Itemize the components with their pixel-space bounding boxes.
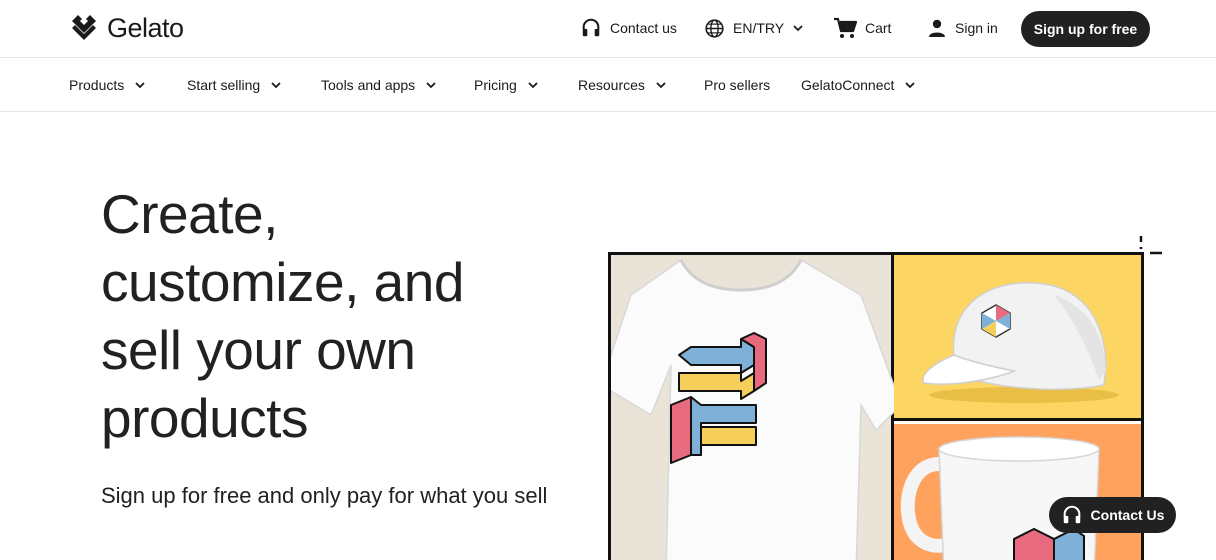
hero-title-line: customize, and bbox=[101, 251, 464, 313]
hero-subtitle: Sign up for free and only pay for what y… bbox=[101, 483, 548, 508]
chevron-down-icon bbox=[135, 82, 145, 89]
nav-item-label: Start selling bbox=[187, 77, 261, 93]
nav-item-products[interactable]: Products bbox=[69, 74, 146, 96]
nav-item-label: Pro sellers bbox=[704, 77, 771, 93]
sign-in-label: Sign in bbox=[955, 20, 998, 36]
tshirt-image bbox=[611, 258, 902, 560]
headset-icon bbox=[582, 18, 600, 37]
contact-us-link[interactable]: Contact us bbox=[580, 15, 677, 41]
hero-title-line: sell your own bbox=[101, 319, 416, 381]
cap-image bbox=[922, 282, 1119, 403]
nav-item-label: Products bbox=[69, 77, 125, 93]
tshirt-panel bbox=[611, 255, 902, 560]
language-selector[interactable]: EN/TRY bbox=[704, 15, 804, 41]
language-label: EN/TRY bbox=[733, 20, 785, 36]
nav-item-gelatoconnect[interactable]: GelatoConnect bbox=[801, 74, 916, 96]
sign-in-link[interactable]: Sign in bbox=[927, 15, 998, 41]
nav-item-start-selling[interactable]: Start selling bbox=[187, 74, 282, 96]
nav-item-label: Resources bbox=[578, 77, 645, 93]
headset-icon bbox=[1063, 505, 1080, 524]
cart-label: Cart bbox=[865, 20, 892, 36]
hero-title-line: products bbox=[101, 387, 308, 449]
hero-title: Create, customize, and sell your own pro… bbox=[101, 180, 561, 452]
nav-item-pricing[interactable]: Pricing bbox=[474, 74, 539, 96]
sign-up-button[interactable]: Sign up for free bbox=[1021, 11, 1150, 47]
chevron-down-icon bbox=[528, 82, 538, 89]
nav-item-resources[interactable]: Resources bbox=[578, 74, 667, 96]
nav-item-pro-sellers[interactable]: Pro sellers bbox=[704, 74, 770, 96]
top-bar: Gelato Contact us EN/TRY Cart Sign in Si… bbox=[0, 0, 1216, 58]
main-nav: Products Start selling Tools and apps Pr… bbox=[0, 59, 1216, 112]
contact-us-floating-label: Contact Us bbox=[1090, 507, 1165, 523]
cap-logo bbox=[981, 304, 1011, 338]
chevron-down-icon bbox=[426, 82, 436, 89]
logo-mark-icon bbox=[72, 15, 96, 40]
logo-text: Gelato bbox=[107, 13, 184, 43]
crosshair-icon bbox=[1139, 236, 1162, 255]
cart-link[interactable]: Cart bbox=[833, 15, 891, 41]
chevron-down-icon bbox=[793, 25, 803, 32]
mug-panel bbox=[894, 424, 1141, 560]
cap-panel bbox=[894, 255, 1141, 421]
chevron-down-icon bbox=[271, 82, 281, 89]
globe-icon bbox=[705, 18, 724, 38]
user-icon bbox=[929, 19, 945, 37]
nav-item-label: GelatoConnect bbox=[801, 77, 895, 93]
chevron-down-icon bbox=[656, 82, 666, 89]
mug-image bbox=[900, 436, 1100, 560]
hero-title-line: Create, bbox=[101, 183, 278, 245]
nav-item-tools-and-apps[interactable]: Tools and apps bbox=[321, 74, 437, 96]
nav-item-label: Tools and apps bbox=[321, 77, 416, 93]
contact-us-label: Contact us bbox=[610, 20, 677, 36]
nav-item-label: Pricing bbox=[474, 77, 517, 93]
chevron-down-icon bbox=[905, 82, 916, 89]
logo[interactable]: Gelato bbox=[69, 13, 184, 43]
contact-us-floating-button[interactable]: Contact Us bbox=[1049, 497, 1176, 533]
cart-icon bbox=[834, 17, 857, 38]
